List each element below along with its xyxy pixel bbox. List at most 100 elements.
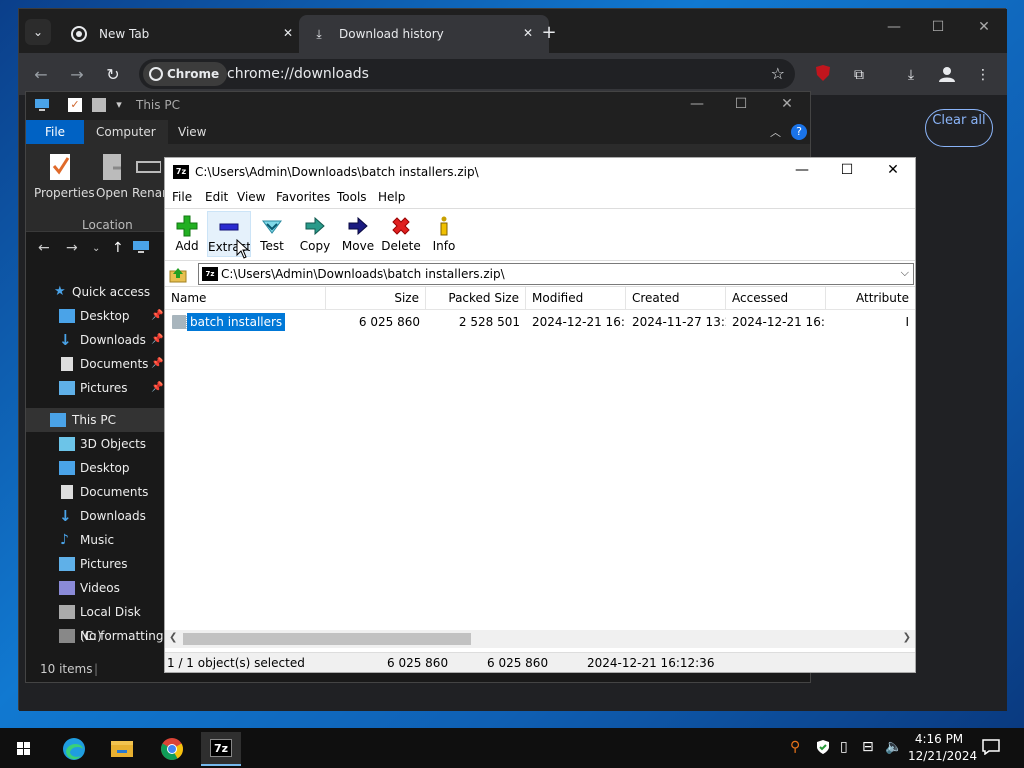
7zip-taskbar-icon[interactable]: 7z [201,732,241,766]
ublock-extension-icon[interactable] [813,65,833,85]
address-bar[interactable]: Chrome chrome://downloads ☆ [139,59,795,89]
nav-item-desktop[interactable]: Desktop 📌 [26,304,166,328]
address-field[interactable]: 7z C:\Users\Admin\Downloads\batch instal… [198,263,914,285]
test-button[interactable]: Test [250,211,294,257]
ribbon-tab-file[interactable]: File [26,120,84,144]
maximize-icon[interactable]: ☐ [832,162,862,178]
clear-all-button[interactable]: Clear all [925,109,993,147]
edge-taskbar-icon[interactable] [54,732,94,766]
file-accessed: 2024-12-21 16:12 [732,315,826,329]
forward-icon[interactable]: → [65,63,89,87]
back-icon[interactable]: ← [38,240,50,256]
recent-locations-icon[interactable]: ⌄ [92,243,100,254]
nav-item-drive[interactable]: No formatting if [26,624,166,648]
network-icon[interactable]: ⊟ [862,739,874,755]
nav-item-videos[interactable]: Videos [26,576,166,600]
delete-button[interactable]: Delete [379,211,423,257]
forward-icon[interactable]: → [66,240,78,256]
nav-item-local-disk[interactable]: Local Disk (C:) [26,600,166,643]
column-created[interactable]: Created [626,287,726,310]
menu-icon[interactable]: ⋮ [973,65,993,85]
open-button[interactable]: Open [94,152,130,200]
menu-view[interactable]: View [237,190,265,204]
omnibar: ← → ↻ Chrome chrome://downloads ☆ ⧉ ⤓ ⋮ [19,53,1007,95]
tab-close-icon[interactable]: ✕ [279,24,297,42]
notifications-icon[interactable] [982,739,1000,759]
folder-up-icon[interactable] [169,265,187,283]
nav-item-this-pc[interactable]: This PC [26,408,166,432]
horizontal-scrollbar[interactable]: ❮ ❯ [165,630,915,648]
menu-favorites[interactable]: Favorites [276,190,330,204]
column-packed-size[interactable]: Packed Size [426,287,526,310]
security-shield-icon[interactable] [815,739,831,759]
extensions-icon[interactable]: ⧉ [849,65,869,85]
nav-item-pictures[interactable]: Pictures 📌 [26,376,166,400]
menu-file[interactable]: File [172,190,192,204]
ribbon-tab-view[interactable]: View [166,120,218,144]
menu-help[interactable]: Help [378,190,405,204]
nav-item-music[interactable]: ♪ Music [26,528,166,552]
volume-muted-icon[interactable]: 🔈 [885,739,902,755]
taskbar-clock[interactable]: 4:16 PM 12/21/2024 [908,731,977,765]
tab-download-history[interactable]: ⤓ Download history ✕ [299,15,549,53]
move-button[interactable]: Move [336,211,380,257]
column-size[interactable]: Size [326,287,426,310]
chevron-down-icon[interactable]: ⌵ [901,266,909,280]
column-attributes[interactable]: Attribute [826,287,915,310]
search-magnifier-icon[interactable]: ⚲ [790,739,800,755]
column-name[interactable]: Name [165,287,326,310]
file-explorer-taskbar-icon[interactable] [102,732,142,766]
info-button[interactable]: Info [422,211,466,257]
close-icon[interactable]: ✕ [774,96,800,112]
nav-item-documents[interactable]: Documents 📌 [26,352,166,376]
back-icon[interactable]: ← [29,63,53,87]
tab-new-tab[interactable]: New Tab ✕ [59,15,309,53]
column-accessed[interactable]: Accessed [726,287,826,310]
profile-icon[interactable] [937,65,957,85]
scroll-right-icon[interactable]: ❯ [903,632,911,643]
nav-item-3d-objects[interactable]: 3D Objects [26,432,166,456]
bookmark-star-icon[interactable]: ☆ [771,64,785,83]
scrollbar-thumb[interactable] [183,633,471,645]
scroll-left-icon[interactable]: ❮ [169,632,177,643]
menu-edit[interactable]: Edit [205,190,228,204]
nav-item-downloads[interactable]: ↓ Downloads [26,504,166,528]
minimize-icon[interactable]: — [684,96,710,112]
menu-tools[interactable]: Tools [337,190,367,204]
downloads-icon[interactable]: ⤓ [901,65,921,85]
help-icon[interactable]: ? [791,124,807,140]
battery-icon[interactable]: ▯ [840,739,848,755]
rename-button[interactable]: Renar [132,152,164,200]
maximize-icon[interactable]: ☐ [923,19,953,35]
nav-item-desktop[interactable]: Desktop [26,456,166,480]
up-icon[interactable]: ↑ [112,240,124,256]
chrome-taskbar-icon[interactable] [152,732,192,766]
site-chip[interactable]: Chrome [143,62,228,86]
table-row[interactable]: batch installers 6 025 860 2 528 501 202… [165,312,915,332]
tab-close-icon[interactable]: ✕ [519,24,537,42]
nav-item-pictures[interactable]: Pictures [26,552,166,576]
7zip-titlebar: 7z C:\Users\Admin\Downloads\batch instal… [165,158,915,186]
copy-button[interactable]: Copy [293,211,337,257]
nav-item-downloads[interactable]: ↓ Downloads 📌 [26,328,166,352]
new-tab-button[interactable]: + [537,21,561,45]
close-icon[interactable]: ✕ [969,19,999,35]
close-icon[interactable]: ✕ [878,162,908,178]
tab-search-button[interactable]: ⌄ [25,19,51,45]
column-modified[interactable]: Modified [526,287,626,310]
new-folder-quick-icon[interactable] [92,98,106,112]
properties-button[interactable]: Properties [34,152,95,200]
minimize-icon[interactable]: — [787,162,817,178]
maximize-icon[interactable]: ☐ [728,96,754,112]
minimize-icon[interactable]: — [879,19,909,35]
nav-item-quick-access[interactable]: ★ Quick access [26,280,166,304]
customize-quick-access-icon[interactable]: ▾ [112,98,126,112]
collapse-ribbon-icon[interactable]: ︿ [770,124,781,140]
start-button[interactable] [4,732,44,766]
ribbon-tab-computer[interactable]: Computer [84,120,168,144]
computer-icon [132,240,150,258]
nav-item-documents[interactable]: Documents [26,480,166,504]
reload-icon[interactable]: ↻ [101,63,125,87]
add-button[interactable]: Add [165,211,209,257]
properties-quick-icon[interactable]: ✓ [68,98,82,112]
